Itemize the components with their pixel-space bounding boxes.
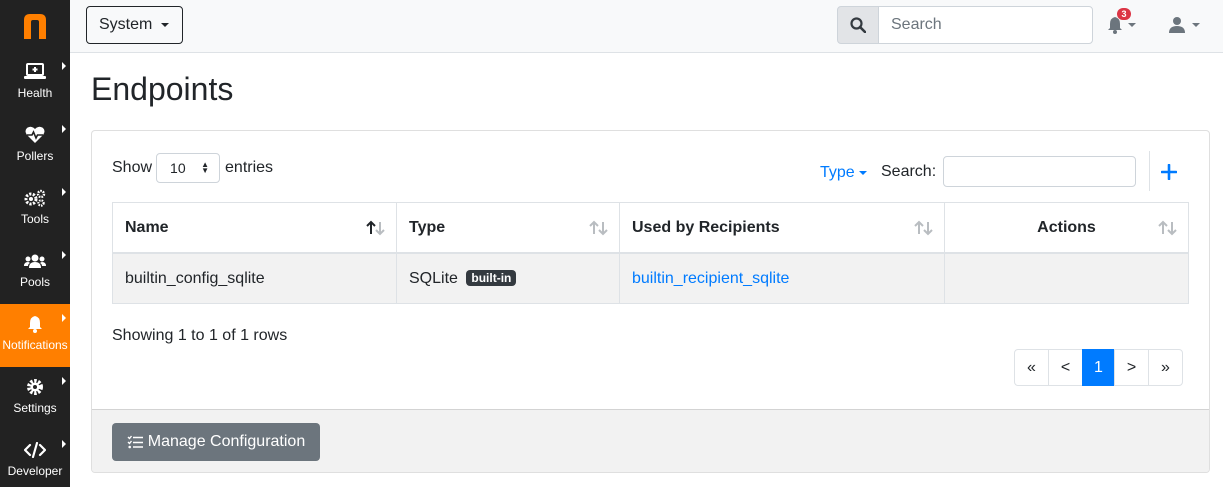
user-menu-dropdown[interactable] [1169, 14, 1205, 36]
page-size-control: Show 10 ▲ ▼ entries [112, 153, 273, 183]
sidebar-item-developer[interactable]: Developer [0, 430, 70, 493]
endpoints-table: Name Type Used by Recipients Actions bui… [112, 202, 1189, 304]
chevron-right-icon [62, 314, 66, 322]
code-icon [0, 440, 70, 460]
sidebar-item-label: Pollers [16, 149, 54, 163]
card-footer: Manage Configuration [92, 409, 1209, 472]
column-header-used-by-recipients[interactable]: Used by Recipients [619, 202, 945, 254]
chevron-right-icon [62, 251, 66, 259]
page-size-select[interactable]: 10 ▲ ▼ [156, 153, 221, 183]
cell-type: SQLite built-in [396, 252, 620, 304]
sidebar-item-settings[interactable]: Settings [0, 367, 70, 430]
column-header-label: Name [125, 218, 169, 236]
caret-down-icon [1192, 23, 1200, 27]
type-filter-dropdown[interactable]: Type [820, 164, 867, 182]
chevron-right-icon [62, 62, 66, 70]
sidebar-item-pools[interactable]: Pools [0, 241, 70, 304]
column-header-label: Type [409, 218, 446, 236]
table-search-label: Search: [881, 163, 937, 180]
sidebar: Health Pollers Tools Pools Notifications [0, 0, 70, 487]
context-dropdown-label: System [99, 16, 153, 33]
chevron-right-icon [62, 440, 66, 448]
sidebar-item-label: Tools [20, 212, 49, 226]
context-dropdown-button[interactable]: System [86, 6, 183, 44]
page-next-button[interactable]: > [1114, 349, 1149, 386]
page-title: Endpoints [91, 71, 234, 107]
page-last-button[interactable]: » [1148, 349, 1183, 386]
chevron-right-icon [62, 125, 66, 133]
caret-down-icon [161, 23, 170, 27]
heartbeat-icon [0, 125, 70, 145]
sidebar-item-label: Notifications [2, 338, 68, 352]
cog-icon [0, 377, 70, 397]
sidebar-item-health[interactable]: Health [0, 52, 70, 115]
sort-icon [589, 220, 608, 236]
show-label: Show [112, 159, 153, 176]
search-icon [850, 17, 866, 33]
chevron-right-icon [62, 377, 66, 385]
cell-actions [944, 252, 1189, 304]
sidebar-item-label: Developer [7, 464, 63, 478]
manage-configuration-label: Manage Configuration [147, 433, 306, 450]
endpoints-card: Show 10 ▲ ▼ entries Type Search: Name Typ… [91, 130, 1210, 473]
laptop-medical-icon [0, 62, 70, 82]
app-logo[interactable] [0, 0, 70, 52]
column-header-name[interactable]: Name [112, 202, 397, 254]
page-size-value: 10 [170, 160, 186, 176]
pagination-info: Showing 1 to 1 of 1 rows [112, 327, 288, 344]
caret-down-icon [1128, 23, 1136, 27]
cogs-icon [0, 188, 70, 208]
type-filter-label: Type [820, 164, 855, 181]
caret-down-icon [858, 171, 867, 175]
manage-configuration-button[interactable]: Manage Configuration [112, 423, 320, 461]
pagination: « < 1 > » [1014, 349, 1183, 386]
page-prev-button[interactable]: < [1048, 349, 1083, 386]
sidebar-item-pollers[interactable]: Pollers [0, 115, 70, 178]
users-icon [0, 251, 70, 271]
sort-ascending-icon [366, 220, 385, 236]
n-logo-icon [24, 14, 46, 39]
column-header-actions[interactable]: Actions [944, 202, 1189, 254]
type-value: SQLite [409, 269, 458, 287]
add-endpoint-button[interactable] [1158, 158, 1180, 186]
sidebar-item-label: Health [17, 86, 53, 100]
bell-icon [0, 314, 70, 334]
sidebar-item-label: Settings [13, 401, 57, 415]
page-current-button[interactable]: 1 [1082, 349, 1115, 386]
select-arrows-icon: ▲ ▼ [201, 160, 210, 175]
plus-icon [1161, 164, 1177, 180]
toolbar-divider [1149, 151, 1150, 191]
cell-recipients: builtin_recipient_sqlite [619, 252, 945, 304]
notification-count-badge: 3 [1117, 8, 1131, 20]
cell-name: builtin_config_sqlite [112, 252, 397, 304]
builtin-badge: built-in [466, 269, 517, 286]
table-row[interactable]: builtin_config_sqlite SQLite built-in bu… [112, 252, 1189, 304]
table-header-row: Name Type Used by Recipients Actions [112, 202, 1189, 254]
sort-icon [914, 220, 933, 236]
chevron-right-icon [62, 188, 66, 196]
sidebar-item-tools[interactable]: Tools [0, 178, 70, 241]
entries-label: entries [225, 159, 274, 176]
global-search-input[interactable] [878, 6, 1093, 44]
sidebar-item-label: Pools [19, 275, 51, 289]
column-header-label: Actions [1037, 218, 1096, 236]
sidebar-item-notifications[interactable]: Notifications [0, 304, 70, 367]
tasks-icon [127, 435, 143, 449]
page-first-button[interactable]: « [1014, 349, 1049, 386]
recipient-link[interactable]: builtin_recipient_sqlite [632, 270, 789, 287]
search-button[interactable] [837, 6, 879, 44]
user-icon [1169, 17, 1185, 33]
column-header-label: Used by Recipients [632, 218, 780, 236]
sort-icon [1158, 220, 1177, 236]
table-search-input[interactable] [943, 156, 1136, 187]
column-header-type[interactable]: Type [396, 202, 620, 254]
top-navbar: System 3 [70, 0, 1223, 53]
